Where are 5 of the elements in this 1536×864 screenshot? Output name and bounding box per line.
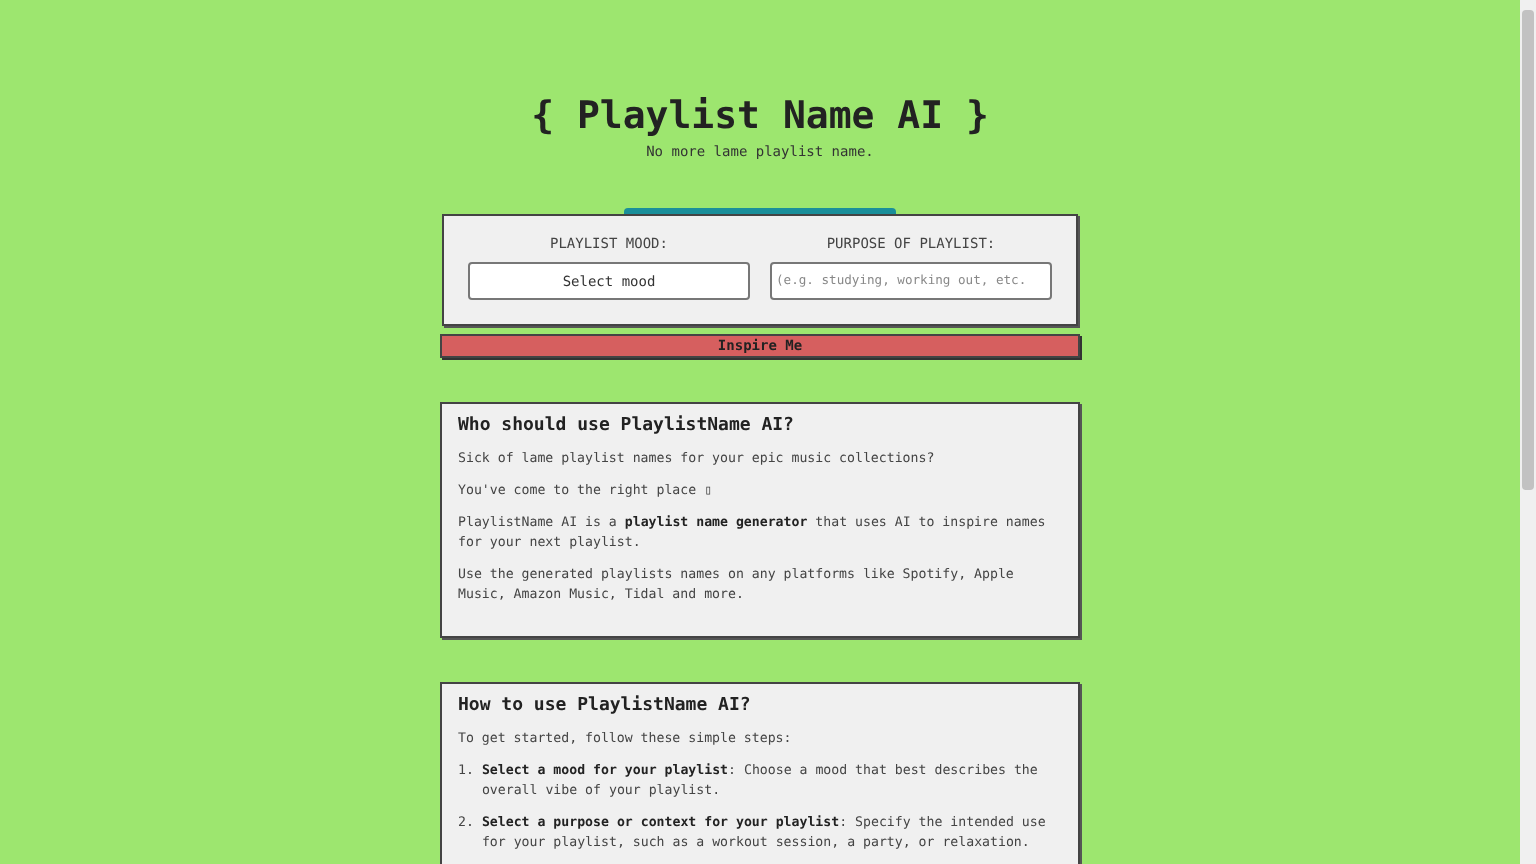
section-heading: How to use PlaylistName AI? [458, 696, 753, 716]
section-heading: Who should use PlaylistName AI? [458, 416, 796, 436]
scrollbar-thumb[interactable] [1522, 10, 1534, 490]
page-title: { Playlist Name AI } [531, 94, 989, 138]
scrollbar[interactable] [1520, 0, 1536, 864]
